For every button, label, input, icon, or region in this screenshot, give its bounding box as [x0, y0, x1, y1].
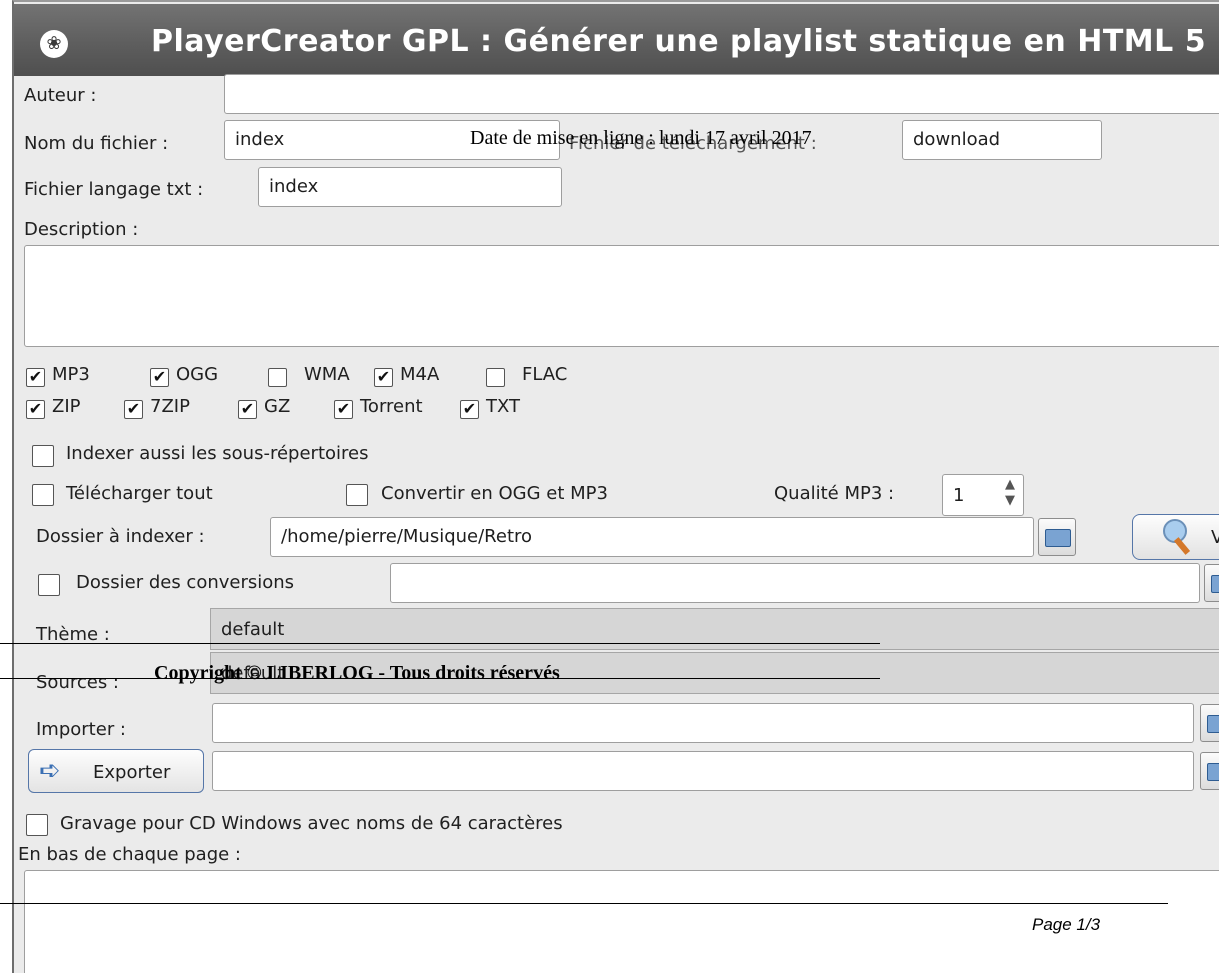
- convert-label: Convertir en OGG et MP3: [381, 483, 608, 504]
- copyright-bottom-rule: [0, 678, 880, 679]
- zip-label: ZIP: [52, 396, 81, 417]
- conversions-folder-input[interactable]: [390, 563, 1200, 603]
- zip-checkbox[interactable]: ✔: [26, 400, 45, 419]
- ogg-checkbox[interactable]: ✔: [150, 368, 169, 387]
- export-input[interactable]: [212, 751, 1194, 791]
- copyright-text: Copyright © LIBERLOG - Tous droits réser…: [154, 662, 560, 684]
- export-browse-icon[interactable]: [1200, 752, 1219, 790]
- theme-value: default: [221, 619, 285, 640]
- txt-lang-label: Fichier langage txt :: [24, 179, 204, 200]
- conversions-folder-checkbox[interactable]: [38, 574, 60, 596]
- export-button-label: Exporter: [93, 762, 171, 783]
- conversions-browse-icon[interactable]: [1204, 564, 1219, 602]
- mp3-quality-label: Qualité MP3 :: [774, 483, 895, 504]
- conversions-folder-label: Dossier des conversions: [76, 572, 295, 593]
- sources-label: Sources :: [36, 672, 119, 693]
- page-number: Page 1/3: [1032, 915, 1101, 934]
- ogg-label: OGG: [176, 364, 219, 385]
- folder-input[interactable]: /home/pierre/Musique/Retro: [270, 517, 1034, 557]
- m4a-checkbox[interactable]: ✔: [374, 368, 393, 387]
- author-input[interactable]: [224, 74, 1219, 114]
- import-input[interactable]: [212, 703, 1194, 743]
- m4a-label: M4A: [400, 364, 440, 385]
- view-button-label: V: [1211, 527, 1219, 548]
- 7zip-label: 7ZIP: [150, 396, 190, 417]
- mp3-label: MP3: [52, 364, 90, 385]
- title-bar[interactable]: ❀ PlayerCreator GPL : Générer une playli…: [14, 4, 1219, 76]
- spinner-arrows-icon[interactable]: ▲ ▼: [1005, 477, 1015, 509]
- export-button[interactable]: ➪ Exporter: [28, 749, 204, 793]
- burn-checkbox[interactable]: [26, 814, 48, 836]
- description-label: Description :: [24, 219, 139, 240]
- txt-checkbox[interactable]: ✔: [460, 400, 479, 419]
- gz-checkbox[interactable]: ✔: [238, 400, 257, 419]
- convert-checkbox[interactable]: [346, 484, 368, 506]
- download-all-label: Télécharger tout: [66, 483, 213, 504]
- copyright-top-rule: [0, 643, 880, 644]
- torrent-checkbox[interactable]: ✔: [334, 400, 353, 419]
- wma-checkbox[interactable]: [268, 368, 287, 387]
- view-button[interactable]: V: [1132, 514, 1219, 560]
- download-file-input[interactable]: download: [902, 120, 1102, 160]
- txt-label: TXT: [486, 396, 521, 417]
- import-browse-icon[interactable]: [1200, 704, 1219, 742]
- txt-lang-input[interactable]: index: [258, 167, 562, 207]
- mp3-quality-spinner[interactable]: 1 ▲ ▼: [942, 474, 1024, 516]
- import-label: Importer :: [36, 719, 126, 740]
- window-title: PlayerCreator GPL : Générer une playlist…: [151, 24, 1207, 59]
- theme-label: Thème :: [36, 624, 110, 645]
- download-all-checkbox[interactable]: [32, 484, 54, 506]
- burn-label: Gravage pour CD Windows avec noms de 64 …: [60, 813, 563, 834]
- publication-date: Date de mise en ligne : lundi 17 avril 2…: [470, 127, 812, 149]
- flac-checkbox[interactable]: [486, 368, 505, 387]
- 7zip-checkbox[interactable]: ✔: [124, 400, 143, 419]
- folder-browse-icon[interactable]: [1038, 518, 1076, 556]
- description-textarea[interactable]: [24, 245, 1219, 347]
- flac-label: FLAC: [522, 364, 568, 385]
- gz-label: GZ: [264, 396, 291, 417]
- folder-label: Dossier à indexer :: [36, 526, 205, 547]
- export-arrow-icon: ➪: [39, 756, 61, 786]
- author-label: Auteur :: [24, 85, 97, 106]
- index-subdirs-checkbox[interactable]: [32, 445, 54, 467]
- page-footer-rule: [0, 903, 1168, 904]
- mp3-checkbox[interactable]: ✔: [26, 368, 45, 387]
- torrent-label: Torrent: [360, 396, 423, 417]
- filename-label: Nom du fichier :: [24, 133, 169, 154]
- index-subdirs-label: Indexer aussi les sous-répertoires: [66, 443, 369, 464]
- mp3-quality-value: 1: [953, 485, 965, 506]
- footer-label: En bas de chaque page :: [18, 844, 241, 865]
- wma-label: WMA: [304, 364, 350, 385]
- paw-icon[interactable]: ❀: [40, 30, 68, 58]
